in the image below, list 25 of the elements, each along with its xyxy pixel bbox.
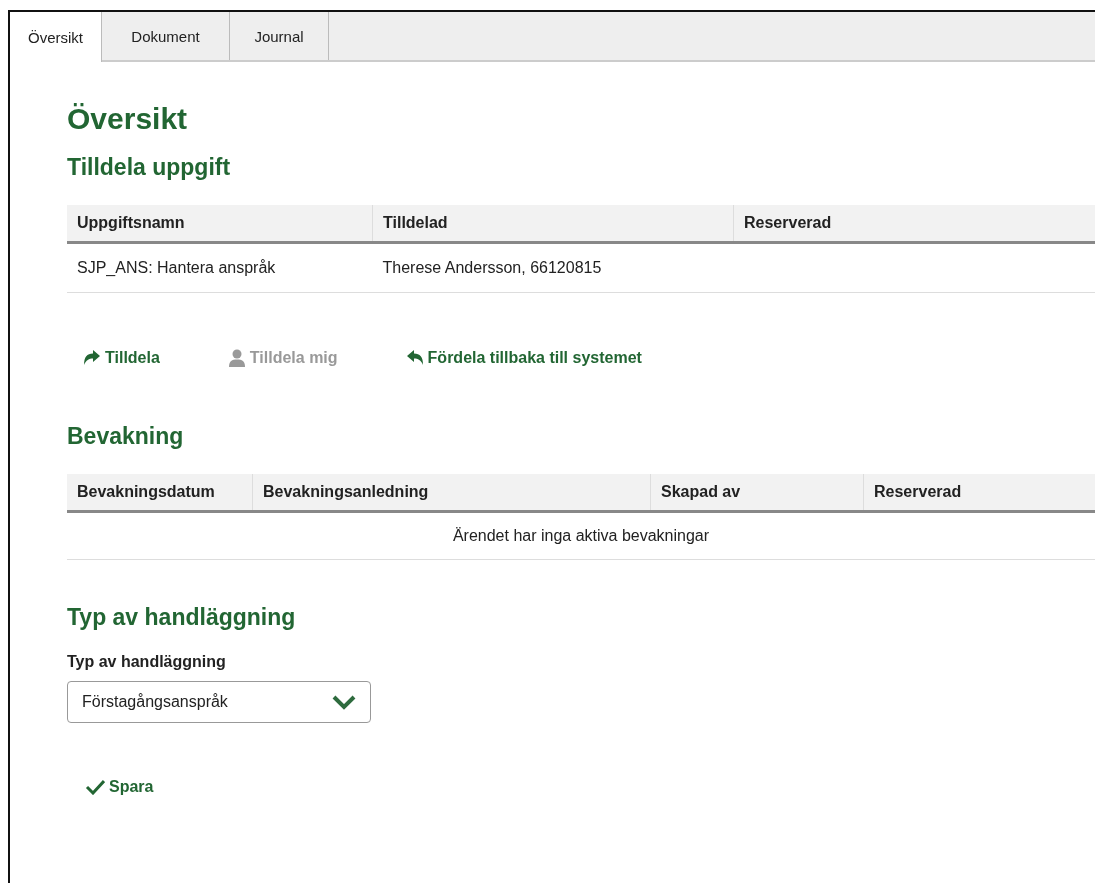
- tab[interactable]: Översikt: [10, 12, 102, 62]
- section-heading: Bevakning: [67, 423, 185, 450]
- save-button[interactable]: Spara: [85, 778, 154, 796]
- empty-message: Ärendet har inga aktiva bevakningar: [67, 511, 1095, 560]
- section-heading: Typ av handläggning: [67, 604, 297, 631]
- reply-arrow-icon: [405, 350, 424, 366]
- chevron-down-icon: [332, 694, 356, 710]
- page-title: Översikt: [67, 102, 189, 136]
- action-button[interactable]: Tilldela: [83, 349, 160, 367]
- table-cell: SJP_ANS: Hantera anspråk: [67, 242, 373, 293]
- column-header: Bevakningsanledning: [252, 474, 651, 512]
- column-header: Bevakningsdatum: [67, 474, 253, 512]
- column-header: Skapad av: [650, 474, 864, 512]
- column-header: Uppgiftsnamn: [67, 205, 373, 243]
- table-cell: Therese Andersson, 66120815: [372, 242, 734, 293]
- person-icon: [227, 349, 246, 367]
- action-button[interactable]: Fördela tillbaka till systemet: [405, 349, 642, 367]
- forward-arrow-icon: [83, 350, 101, 366]
- column-header: Reserverad: [733, 205, 1095, 243]
- column-header: Reserverad: [863, 474, 1095, 512]
- column-header: Tilldelad: [372, 205, 734, 243]
- checkmark-icon: [85, 779, 105, 795]
- dropdown-field[interactable]: Förstagångsanspråk: [67, 681, 371, 723]
- field-label: Typ av handläggning: [67, 653, 227, 671]
- section-heading: Tilldela uppgift: [67, 154, 232, 181]
